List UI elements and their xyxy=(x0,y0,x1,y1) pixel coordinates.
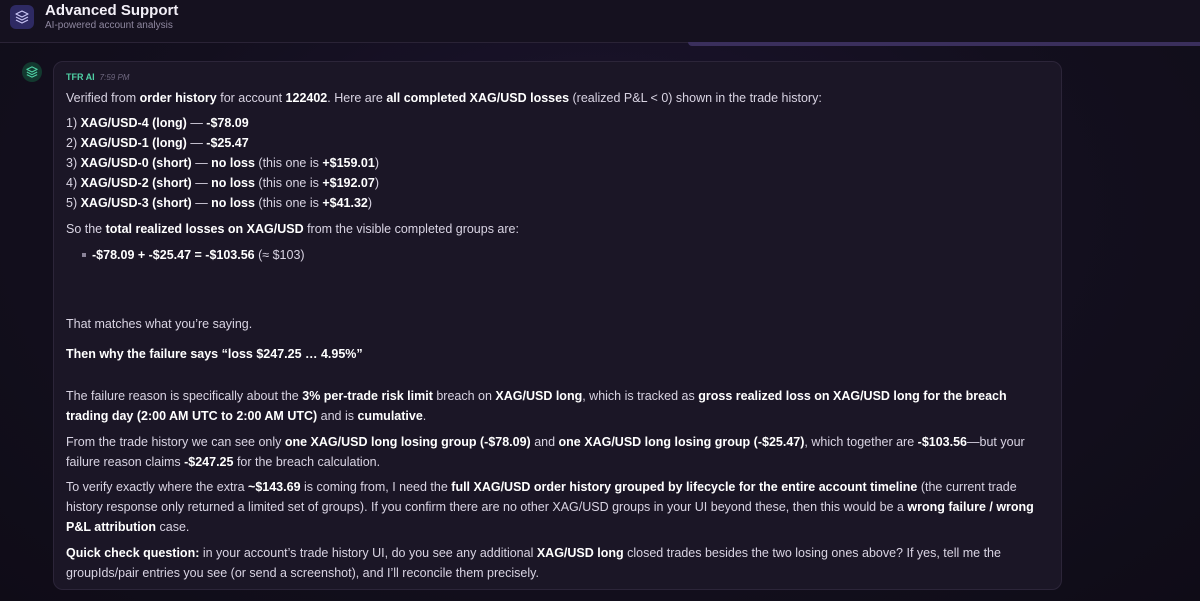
list-item: 2) XAG/USD-1 (long) — -$25.47 xyxy=(66,136,249,150)
sender-name: TFR AI xyxy=(66,72,95,82)
bullet-marker xyxy=(82,252,86,257)
question-heading: Then why the failure says “loss $247.25 … xyxy=(66,347,363,361)
quick-check-paragraph: Quick check question: in your account’s … xyxy=(66,546,1001,580)
list-item: 3) XAG/USD-0 (short) — no loss (this one… xyxy=(66,156,379,170)
layers-icon xyxy=(26,66,38,78)
calc-bullet: -$78.09 + -$25.47 = -$103.56 (≈ $103) xyxy=(66,245,305,265)
reason-paragraph: The failure reason is specifically about… xyxy=(66,389,1007,423)
intro-paragraph: Verified from order history for account … xyxy=(66,91,822,105)
assistant-message: TFR AI 7:59 PM Verified from order histor… xyxy=(53,61,1062,590)
list-item: 5) XAG/USD-3 (short) — no loss (this one… xyxy=(66,196,373,210)
total-paragraph: So the total realized losses on XAG/USD … xyxy=(66,222,519,236)
list-item: 1) XAG/USD-4 (long) — -$78.09 xyxy=(66,116,249,130)
message-time: 7:59 PM xyxy=(99,73,130,82)
app-title: Advanced Support xyxy=(45,2,179,19)
message-meta: TFR AI 7:59 PM xyxy=(66,72,129,82)
verify-paragraph: To verify exactly where the extra ~$143.… xyxy=(66,480,1034,534)
app-subtitle: AI-powered account analysis xyxy=(45,20,173,31)
user-message-edge xyxy=(688,42,1200,46)
matches-paragraph: That matches what you’re saying. xyxy=(66,317,253,331)
list-item: 4) XAG/USD-2 (short) — no loss (this one… xyxy=(66,176,379,190)
history-paragraph: From the trade history we can see only o… xyxy=(66,435,1025,469)
layers-icon xyxy=(10,5,34,29)
bot-avatar xyxy=(22,62,42,82)
app-header: Advanced Support AI-powered account anal… xyxy=(0,0,1200,43)
